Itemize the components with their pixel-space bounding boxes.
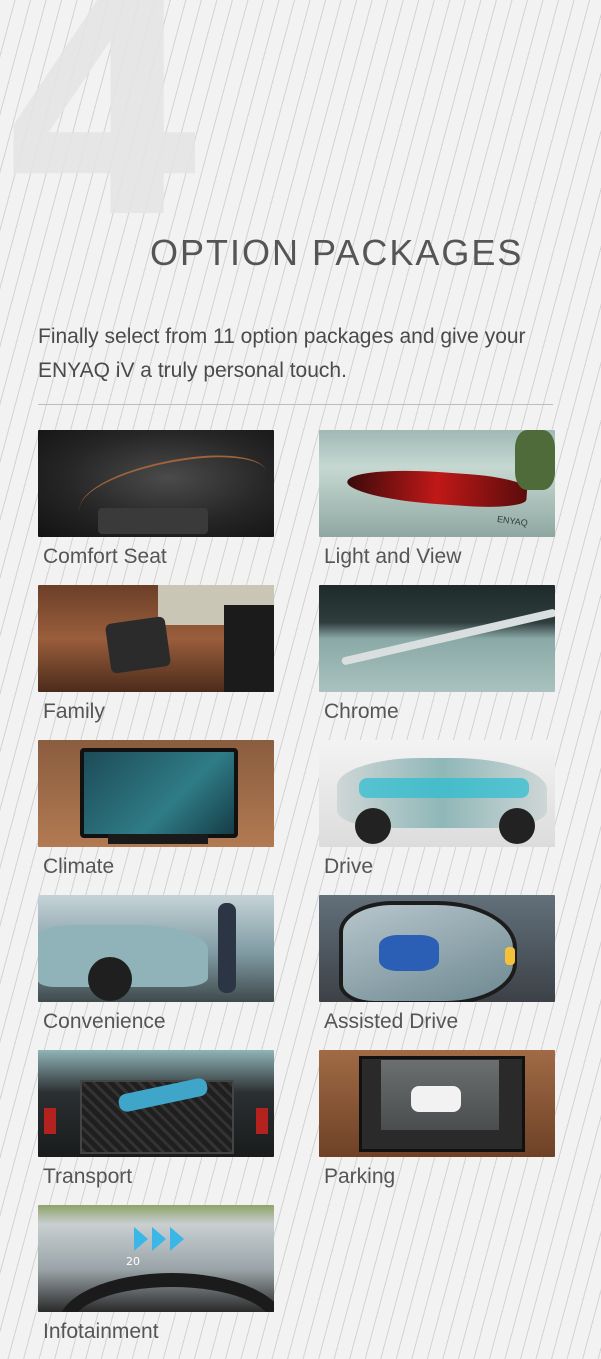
intro-text: Finally select from 11 option packages a…: [38, 325, 526, 382]
package-card-drive[interactable]: Drive: [319, 740, 555, 879]
package-label: Chrome: [324, 700, 399, 723]
enyaq-badge: ENYAQ: [496, 513, 529, 529]
drive-image: [319, 740, 555, 847]
light-and-view-image: ENYAQ: [319, 430, 555, 537]
package-card-chrome[interactable]: Chrome: [319, 585, 555, 724]
transport-image: [38, 1050, 274, 1157]
package-card-convenience[interactable]: Convenience: [38, 895, 274, 1034]
section-number: 4: [0, 0, 209, 284]
package-card-comfort-seat[interactable]: Comfort Seat: [38, 430, 274, 569]
package-card-infotainment[interactable]: 20 Infotainment: [38, 1205, 274, 1344]
convenience-image: [38, 895, 274, 1002]
parking-image: [319, 1050, 555, 1157]
package-label: Assisted Drive: [324, 1010, 459, 1033]
package-label: Transport: [43, 1165, 133, 1188]
hud-speed: 20: [126, 1255, 140, 1268]
package-label: Light and View: [324, 545, 462, 568]
package-label: Family: [43, 700, 105, 723]
package-label: Infotainment: [43, 1320, 159, 1343]
package-label: Convenience: [43, 1010, 166, 1033]
family-image: [38, 585, 274, 692]
package-card-family[interactable]: Family: [38, 585, 274, 724]
climate-image: [38, 740, 274, 847]
divider: [38, 404, 553, 405]
package-label: Parking: [324, 1165, 396, 1188]
package-card-light-and-view[interactable]: ENYAQ Light and View: [319, 430, 555, 569]
package-card-transport[interactable]: Transport: [38, 1050, 274, 1189]
comfort-seat-image: [38, 430, 274, 537]
package-label: Climate: [43, 855, 115, 878]
package-label: Drive: [324, 855, 374, 878]
page-title: OPTION PACKAGES: [150, 232, 524, 273]
chrome-image: [319, 585, 555, 692]
package-card-assisted-drive[interactable]: Assisted Drive: [319, 895, 555, 1034]
assisted-drive-image: [319, 895, 555, 1002]
package-label: Comfort Seat: [43, 545, 167, 568]
package-card-climate[interactable]: Climate: [38, 740, 274, 879]
infotainment-image: 20: [38, 1205, 274, 1312]
package-card-parking[interactable]: Parking: [319, 1050, 555, 1189]
